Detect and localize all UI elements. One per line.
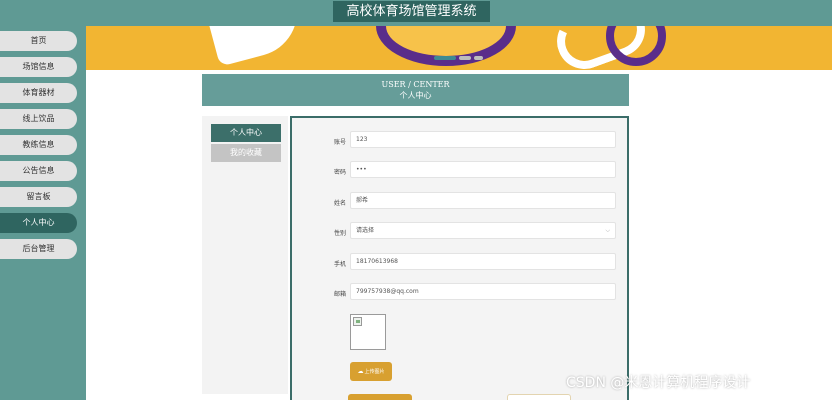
carousel-dot[interactable] [434,56,456,60]
carousel-dot[interactable] [459,56,471,60]
name-field[interactable]: 郝希 [350,192,616,209]
page-header: USER / CENTER 个人中心 [202,74,629,106]
menu-item-favorites[interactable]: 我的收藏 [211,144,281,162]
sidebar-item-coaches[interactable]: 教练信息 [0,135,77,155]
phone-field[interactable]: 18170613968 [350,253,616,270]
email-label: 邮箱 [333,291,346,298]
account-field[interactable]: 123 [350,131,616,148]
gender-select[interactable]: 请选择 ⌵ [350,222,616,239]
banner-graphic [376,26,516,66]
gender-select-value: 请选择 [356,227,375,234]
profile-form: 账号 123 密码 ••• 姓名 郝希 性别 请选择 ⌵ 手机 18170613… [290,116,629,400]
page-title-en: USER / CENTER [381,80,450,89]
banner-graphic [204,26,308,67]
menu-item-user-center[interactable]: 个人中心 [211,124,281,142]
banner-graphic [606,26,666,66]
chevron-down-icon: ⌵ [605,227,610,234]
broken-image-icon [353,317,362,326]
sidebar-item-equipment[interactable]: 体育器材 [0,83,77,103]
page-title: 个人中心 [399,91,432,100]
email-field[interactable]: 799757938@qq.com [350,283,616,300]
top-bar: 高校体育场馆管理系统 [0,0,832,26]
update-info-button[interactable] [348,394,412,400]
app-title: 高校体育场馆管理系统 [333,1,490,22]
sidebar: 首页 场馆信息 体育器材 线上饮品 教练信息 公告信息 留言板 个人中心 后台管… [0,26,86,400]
upload-button-label: 上传图片 [364,369,385,375]
sidebar-item-home[interactable]: 首页 [0,31,77,51]
sidebar-item-message-board[interactable]: 留言板 [0,187,77,207]
user-center-menu: 个人中心 我的收藏 [202,116,288,394]
sidebar-item-admin[interactable]: 后台管理 [0,239,77,259]
cloud-upload-icon: ☁ [357,368,364,375]
sidebar-item-announcements[interactable]: 公告信息 [0,161,77,181]
password-label: 密码 [333,169,346,176]
carousel-dot[interactable] [474,56,483,60]
avatar-image-preview [350,314,386,350]
sidebar-item-user-center[interactable]: 个人中心 [0,213,77,233]
sidebar-item-venues[interactable]: 场馆信息 [0,57,77,77]
name-label: 姓名 [333,200,346,207]
logout-button[interactable] [507,394,571,400]
account-label: 账号 [333,139,346,146]
banner-carousel [86,26,832,70]
watermark: CSDN @米恩计算机程序设计 [566,375,751,391]
phone-label: 手机 [333,261,346,268]
password-field[interactable]: ••• [350,161,616,178]
sidebar-item-drinks[interactable]: 线上饮品 [0,109,77,129]
upload-image-button[interactable]: ☁上传图片 [350,362,392,381]
gender-label: 性别 [333,230,346,237]
